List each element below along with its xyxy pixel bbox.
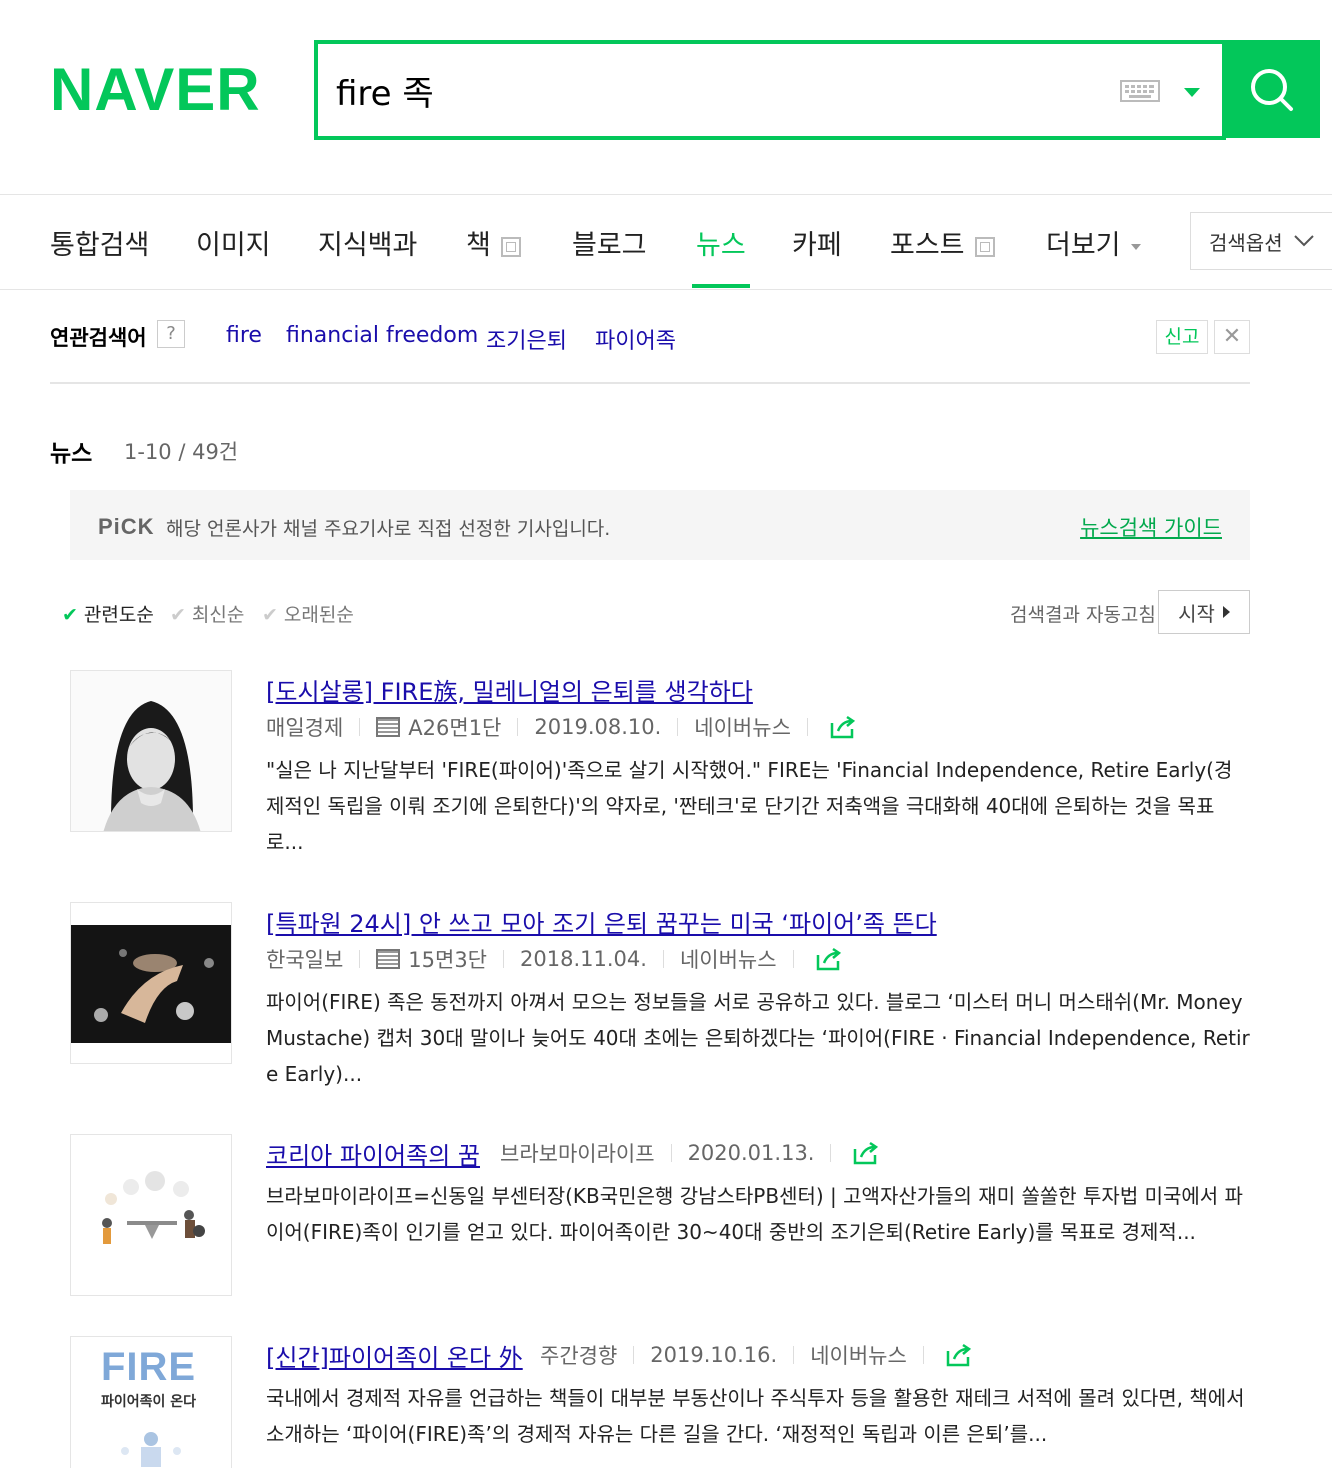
newspaper-icon xyxy=(376,717,401,737)
play-icon xyxy=(1222,606,1230,618)
tab-more[interactable]: 더보기 xyxy=(1046,223,1141,287)
share-icon[interactable] xyxy=(851,1141,881,1165)
news-snippet: 파이어(FIRE) 족은 동전까지 아껴서 모으는 정보들을 서로 공유하고 있… xyxy=(266,990,1250,1086)
share-icon[interactable] xyxy=(944,1343,974,1367)
sort-relevance[interactable]: ✔ 관련도순 xyxy=(62,600,154,627)
news-thumbnail[interactable] xyxy=(70,902,232,1064)
tab-cafe[interactable]: 카페 xyxy=(792,223,842,287)
news-source[interactable]: 주간경향 xyxy=(540,1340,617,1370)
related-link-fire[interactable]: fire xyxy=(226,323,262,348)
news-snippet: 브라보마이라이프=신동일 부센터장(KB국민은행 강남스타PB센터) | 고액자… xyxy=(266,1184,1243,1244)
related-link-financial-freedom[interactable]: financial freedom xyxy=(286,323,478,348)
news-date: 2018.11.04. xyxy=(520,947,647,971)
pick-logo: PiCK xyxy=(98,514,155,539)
news-title-link[interactable]: [특파원 24시] 안 쓰고 모아 조기 은퇴 꿈꾸는 미국 ‘파이어’족 뜬다 xyxy=(266,904,937,939)
naver-news-link[interactable]: 네이버뉴스 xyxy=(694,712,791,742)
tab-encyclopedia[interactable]: 지식백과 xyxy=(318,223,417,287)
news-snippet: "실은 나 지난달부터 'FIRE(파이어)'족으로 살기 시작했어." FIR… xyxy=(266,758,1233,854)
news-thumbnail[interactable]: FIRE 파이어족이 온다 xyxy=(70,1336,232,1468)
related-searches-title: 연관검색어 xyxy=(50,326,147,350)
search-input[interactable] xyxy=(336,62,1036,118)
search-options-button[interactable]: 검색옵션 xyxy=(1190,212,1332,270)
news-source[interactable]: 한국일보 xyxy=(266,944,343,974)
chevron-down-icon xyxy=(1293,235,1314,247)
news-meta: 브라보마이라이프 2020.01.13. xyxy=(500,1138,881,1168)
news-thumbnail[interactable] xyxy=(70,1134,232,1296)
news-page: 15면3단 xyxy=(408,948,488,972)
related-link-early-retirement[interactable]: 조기은퇴 xyxy=(486,323,567,355)
news-source[interactable]: 브라보마이라이프 xyxy=(500,1138,655,1168)
news-title-link[interactable]: [도시살롱] FIRE族, 밀레니얼의 은퇴를 생각하다 xyxy=(266,672,753,707)
tab-blog[interactable]: 블로그 xyxy=(572,223,647,287)
close-icon[interactable]: ✕ xyxy=(1214,320,1250,354)
search-icon xyxy=(1251,69,1293,111)
help-icon[interactable]: ? xyxy=(157,320,185,348)
result-count: 1-10 / 49건 xyxy=(124,440,239,464)
new-window-icon xyxy=(974,236,995,257)
news-meta: 한국일보 15면3단 2018.11.04. 네이버뉴스 xyxy=(266,944,844,974)
new-window-icon xyxy=(500,236,521,257)
keyboard-icon[interactable] xyxy=(1120,80,1160,106)
search-tabs: 통합검색 이미지 지식백과 책 블로그 뉴스 카페 포스트 더보기 xyxy=(0,194,1332,290)
newspaper-icon xyxy=(376,949,401,969)
check-icon: ✔ xyxy=(170,604,186,626)
check-icon: ✔ xyxy=(262,604,278,626)
news-section-title: 뉴스 xyxy=(50,441,93,467)
share-icon[interactable] xyxy=(828,715,858,739)
check-icon: ✔ xyxy=(62,604,78,626)
sort-latest[interactable]: ✔ 최신순 xyxy=(170,600,244,627)
tab-images[interactable]: 이미지 xyxy=(196,223,271,287)
auto-refresh-label: 검색결과 자동고침 xyxy=(1010,604,1156,626)
naver-news-link[interactable]: 네이버뉴스 xyxy=(680,944,777,974)
divider xyxy=(50,382,1250,384)
news-source[interactable]: 매일경제 xyxy=(266,712,343,742)
pick-banner: PiCK 해당 언론사가 채널 주요기사로 직접 선정한 기사입니다. 뉴스검색… xyxy=(70,490,1250,560)
caret-down-icon xyxy=(1130,243,1141,250)
news-snippet: 국내에서 경제적 자유를 언급하는 책들이 대부분 부동산이나 주식투자 등을 … xyxy=(266,1386,1245,1446)
book-cover-subtitle: 파이어족이 온다 xyxy=(101,1394,197,1410)
news-title-link[interactable]: [신간]파이어족이 온다 外 xyxy=(266,1338,523,1373)
sort-oldest[interactable]: ✔ 오래된순 xyxy=(262,600,354,627)
news-thumbnail[interactable] xyxy=(70,670,232,832)
news-page: A26면1단 xyxy=(408,716,502,740)
naver-news-link[interactable]: 네이버뉴스 xyxy=(810,1340,907,1370)
tab-news[interactable]: 뉴스 xyxy=(692,223,750,288)
search-button[interactable] xyxy=(1222,40,1320,138)
naver-logo[interactable]: NAVER xyxy=(50,58,261,122)
tab-post[interactable]: 포스트 xyxy=(890,223,995,287)
auto-refresh-start-button[interactable]: 시작 xyxy=(1158,590,1250,634)
pick-description: 해당 언론사가 채널 주요기사로 직접 선정한 기사입니다. xyxy=(166,518,611,540)
news-title-link[interactable]: 코리아 파이어족의 꿈 xyxy=(266,1136,480,1171)
news-date: 2019.10.16. xyxy=(650,1343,778,1367)
book-cover-title: FIRE xyxy=(101,1345,197,1389)
news-date: 2020.01.13. xyxy=(687,1141,815,1165)
search-box xyxy=(314,40,1226,140)
news-meta: 주간경향 2019.10.16. 네이버뉴스 xyxy=(540,1340,974,1370)
related-link-fire-tribe[interactable]: 파이어족 xyxy=(595,323,676,355)
news-meta: 매일경제 A26면1단 2019.08.10. 네이버뉴스 xyxy=(266,712,858,742)
tab-integrated[interactable]: 통합검색 xyxy=(50,223,149,287)
share-icon[interactable] xyxy=(814,947,844,971)
news-date: 2019.08.10. xyxy=(534,715,662,739)
tab-books[interactable]: 책 xyxy=(466,223,521,287)
report-button[interactable]: 신고 xyxy=(1156,320,1208,354)
dropdown-arrow-icon[interactable] xyxy=(1184,88,1200,97)
news-search-guide-link[interactable]: 뉴스검색 가이드 xyxy=(1080,512,1222,542)
